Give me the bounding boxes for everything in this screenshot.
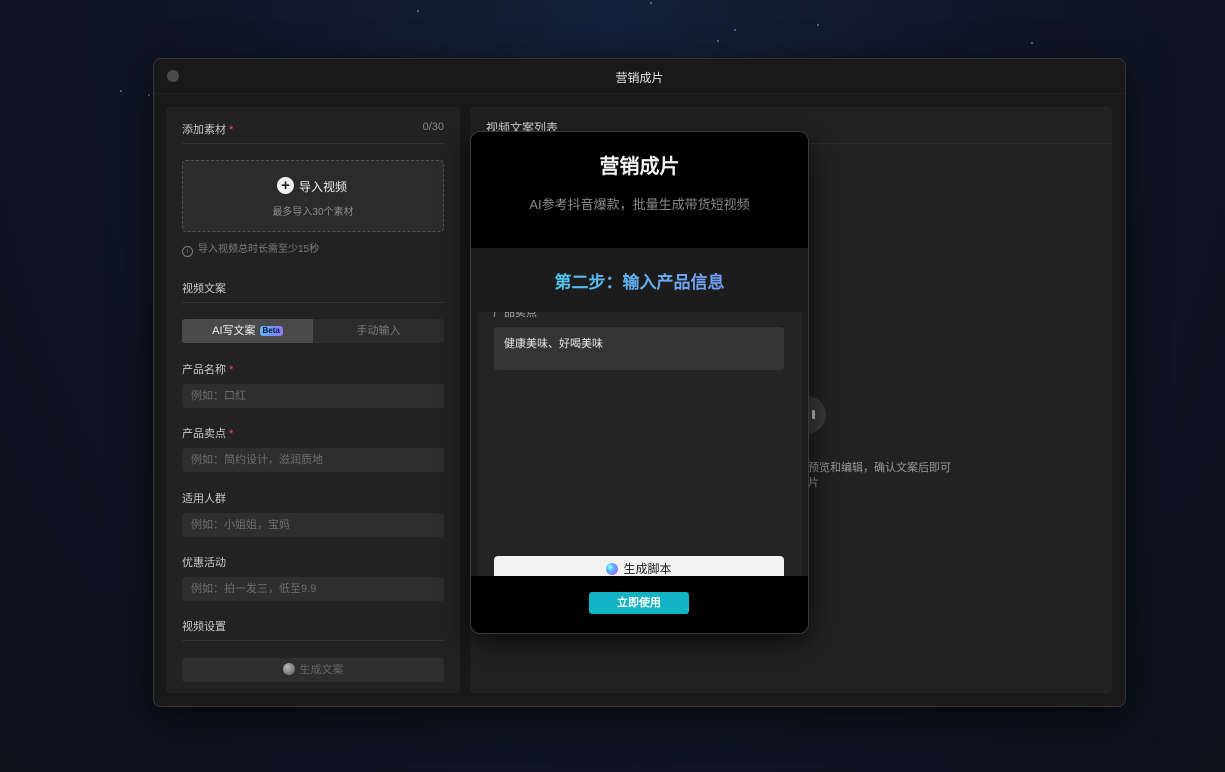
product-name-label: 产品名称 *: [182, 364, 234, 376]
ai-orb-icon: [606, 563, 619, 575]
preview-screenshot: 产品卖点 健康美味、好喝美味 生成脚本: [477, 312, 802, 576]
import-video-title: 导入视频: [299, 180, 348, 194]
tab-ai-copy[interactable]: AI写文案 Beta: [182, 319, 313, 343]
copy-mode-toggle: AI写文案 Beta 手动输入: [182, 319, 444, 343]
audience-input[interactable]: [182, 513, 444, 537]
import-video-subtitle: 最多导入30个素材: [272, 207, 354, 218]
info-icon: i: [182, 246, 193, 257]
empty-state-line-2: 片: [808, 477, 819, 489]
empty-state-icon-mark: [812, 410, 815, 419]
step-title: 第二步：输入产品信息: [471, 268, 808, 293]
material-count: 0/30: [422, 121, 444, 133]
empty-state-text: 预览和编辑，确认文案后即可 片: [808, 461, 951, 491]
duration-hint: i 导入视频总时长需至少15秒: [182, 240, 319, 257]
promotion-input[interactable]: [182, 577, 444, 601]
modal-title: 营销成片: [599, 156, 680, 178]
title-bar: 营销成片: [154, 59, 1125, 94]
required-mark: *: [229, 428, 234, 440]
copy-section-label: 视频文案: [182, 283, 226, 295]
empty-state-line-1: 预览和编辑，确认文案后即可: [808, 462, 951, 474]
divider: [182, 640, 444, 641]
preview-selling-point-textarea: 健康美味、好喝美味: [494, 327, 784, 370]
promotion-label: 优惠活动: [182, 557, 226, 569]
divider: [182, 143, 444, 144]
use-now-button[interactable]: 立即使用: [589, 592, 689, 614]
modal-subtitle: AI参考抖音爆款，批量生成带货短视频: [529, 197, 750, 212]
preview-field-label: 产品卖点: [493, 312, 537, 319]
preview-generate-script-button: 生成脚本: [494, 556, 784, 576]
divider: [182, 302, 444, 303]
left-panel: 添加素材 * 0/30 + 导入视频 最多导入30个素材 i 导入视频总时长需至少1…: [166, 107, 460, 693]
product-name-input[interactable]: [182, 384, 444, 408]
plus-icon: +: [277, 177, 294, 194]
import-video-button[interactable]: + 导入视频 最多导入30个素材: [182, 160, 444, 232]
selling-point-input[interactable]: [182, 448, 444, 472]
ai-orb-icon: [282, 663, 295, 675]
video-settings-label: 视频设置: [182, 621, 226, 633]
window-title: 营销成片: [615, 71, 664, 85]
tab-manual-input[interactable]: 手动输入: [313, 319, 444, 343]
add-material-label: 添加素材 *: [182, 124, 234, 136]
required-mark: *: [229, 364, 234, 376]
required-mark: *: [229, 124, 234, 136]
beta-badge: Beta: [259, 326, 283, 336]
audience-label: 适用人群: [182, 493, 226, 505]
onboarding-modal: 营销成片 AI参考抖音爆款，批量生成带货短视频 第二步：输入产品信息 产品卖点 …: [470, 131, 809, 634]
selling-point-label: 产品卖点 *: [182, 428, 234, 440]
generate-copy-button[interactable]: 生成文案: [182, 658, 444, 682]
modal-preview: 第二步：输入产品信息 产品卖点 健康美味、好喝美味 生成脚本: [471, 248, 808, 576]
